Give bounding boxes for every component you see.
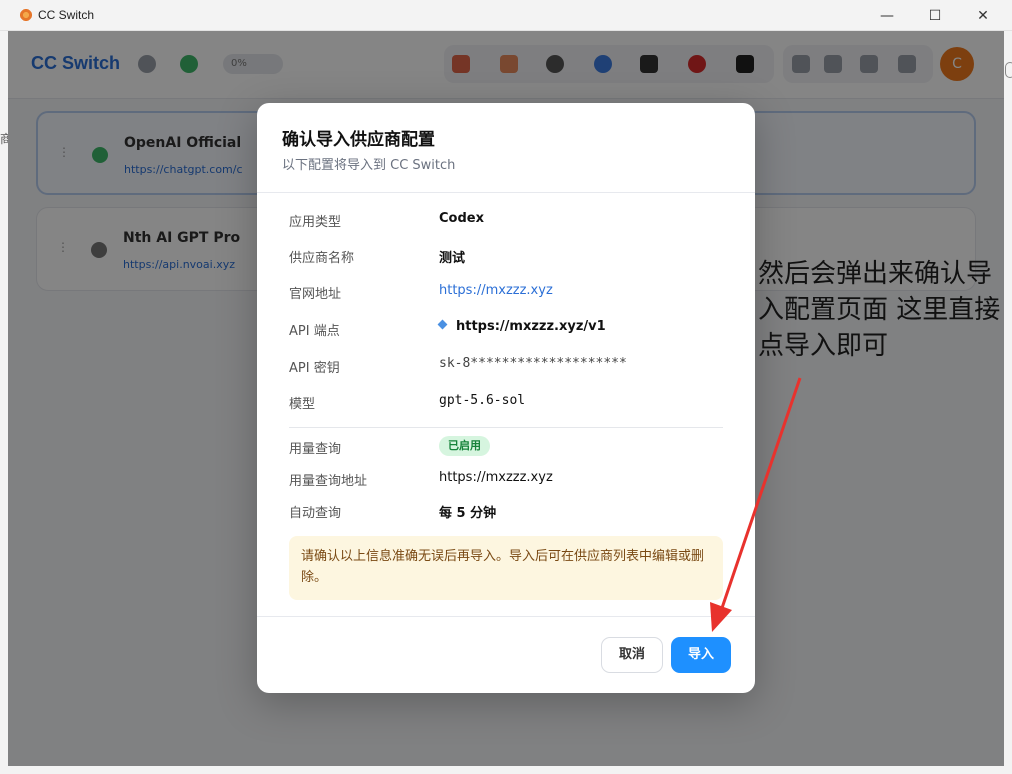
usage-url-value: https://mxzzz.xyz: [439, 470, 553, 485]
window-title: CC Switch: [38, 8, 95, 22]
endpoint-diamond-icon: [437, 319, 448, 330]
close-button[interactable]: ✕: [960, 0, 1006, 31]
usage-query-label: 用量查询: [289, 442, 342, 457]
api-endpoint-value: https://mxzzz.xyz/v1: [433, 319, 606, 334]
website-link[interactable]: https://mxzzz.xyz: [439, 283, 553, 298]
auto-query-value: 每 5 分钟: [439, 506, 497, 521]
dialog-subtitle: 以下配置将导入到 CC Switch: [282, 158, 456, 173]
model-label: 模型: [289, 397, 316, 412]
dialog-title: 确认导入供应商配置: [282, 130, 435, 150]
refresh-icon: [1005, 62, 1012, 78]
annotation-text: 然后会弹出来确认导入配置页面 这里直接点导入即可: [758, 259, 1001, 361]
provider-name-value: 测试: [439, 251, 466, 266]
api-key-label: API 密钥: [289, 361, 340, 376]
window-titlebar: CC Switch — ☐ ✕: [0, 0, 1012, 31]
model-value: gpt-5.6-sol: [439, 393, 526, 408]
divider: [289, 427, 723, 428]
divider: [257, 192, 755, 193]
usage-url-label: 用量查询地址: [289, 474, 368, 489]
app-type-value: Codex: [439, 211, 484, 226]
api-key-value: sk-8********************: [439, 356, 627, 371]
website-label: 官网地址: [289, 287, 342, 302]
window-border-bottom: [0, 766, 1012, 774]
auto-query-label: 自动查询: [289, 506, 342, 521]
divider: [257, 616, 755, 617]
maximize-button[interactable]: ☐: [912, 0, 958, 31]
usage-enabled-badge: 已启用: [439, 436, 490, 456]
api-endpoint-label: API 端点: [289, 324, 340, 339]
import-confirm-dialog: 确认导入供应商配置 以下配置将导入到 CC Switch 应用类型 Codex …: [257, 103, 755, 693]
provider-name-label: 供应商名称: [289, 251, 355, 266]
cancel-button[interactable]: 取消: [601, 637, 663, 673]
left-stub-text: 商: [0, 132, 13, 146]
window-border-right: [1004, 31, 1012, 774]
api-endpoint-text: https://mxzzz.xyz/v1: [456, 319, 606, 334]
app-logo-icon: [19, 8, 33, 22]
confirm-notice: 请确认以上信息准确无误后再导入。导入后可在供应商列表中编辑或删除。: [289, 536, 723, 600]
import-button[interactable]: 导入: [671, 637, 731, 673]
minimize-button[interactable]: —: [864, 0, 910, 31]
app-type-label: 应用类型: [289, 215, 342, 230]
